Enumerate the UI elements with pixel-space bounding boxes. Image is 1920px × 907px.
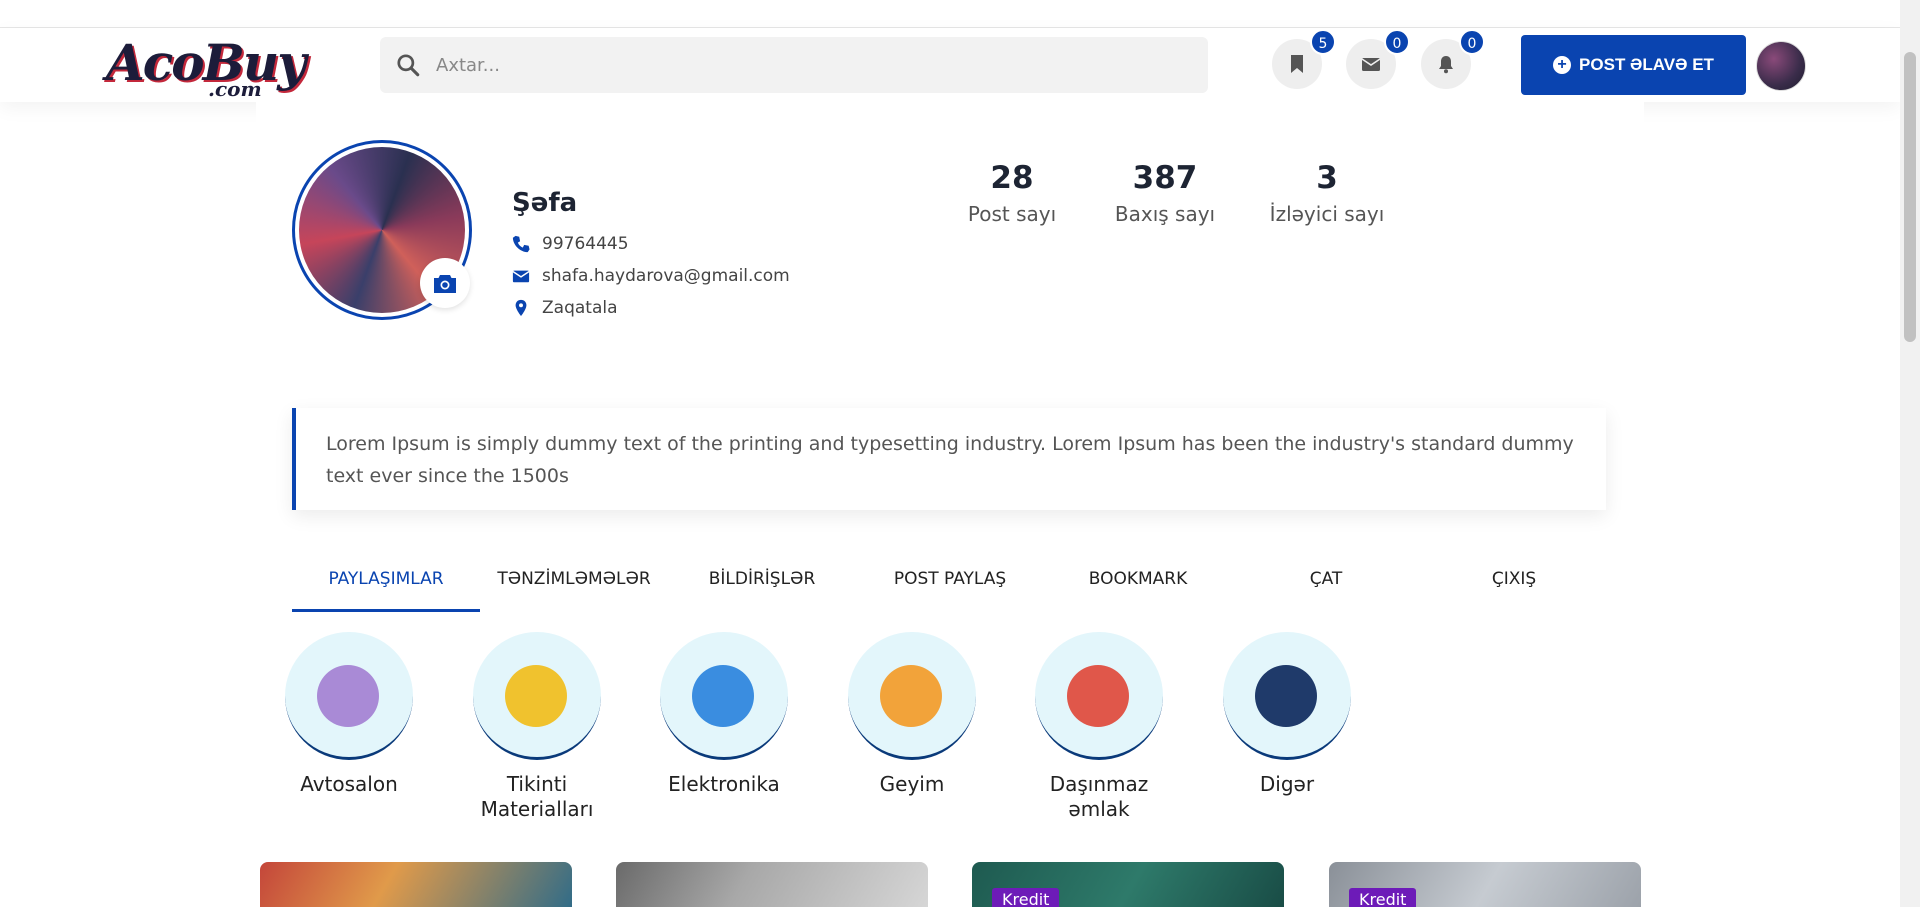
tab-settings[interactable]: TƏNZİMLƏMƏLƏR	[480, 556, 668, 612]
credit-badge: Kredit	[992, 888, 1060, 907]
category-label: Geyim	[879, 772, 945, 796]
search-input[interactable]	[436, 37, 1196, 93]
stat-followers: 3 İzləyici sayı	[1264, 160, 1390, 226]
envelope-icon	[1361, 58, 1381, 71]
listing-card[interactable]	[616, 862, 928, 907]
phone-number: 99764445	[542, 234, 629, 254]
bookmark-button[interactable]: 5	[1272, 29, 1336, 89]
add-post-button[interactable]: + POST ƏLAVƏ ET	[1521, 35, 1746, 95]
credit-badge: Kredit	[1349, 888, 1417, 907]
profile-bio: Lorem Ipsum is simply dummy text of the …	[292, 408, 1606, 510]
stat-label: Baxış sayı	[1114, 202, 1216, 226]
stat-value: 28	[990, 160, 1034, 196]
category-label: Elektronika	[668, 772, 780, 796]
search-icon	[397, 54, 420, 77]
stat-value: 387	[1132, 160, 1198, 196]
listing-card[interactable]	[260, 862, 572, 907]
stat-label: İzləyici sayı	[1269, 202, 1385, 226]
tab-share-post[interactable]: POST PAYLAŞ	[856, 556, 1044, 612]
location-text: Zaqatala	[542, 298, 618, 318]
category-label: Daşınmaz əmlak	[1049, 772, 1149, 821]
envelope-icon	[512, 270, 530, 283]
stat-value: 3	[1316, 160, 1338, 196]
site-header: AcoBuy .com 5 0 0 + POST ƏLAVƏ ET	[0, 28, 1900, 102]
browser-top-strip	[0, 0, 1900, 28]
building-icon	[1067, 665, 1129, 727]
location-row: Zaqatala	[512, 298, 618, 318]
acobuy-logo[interactable]: AcoBuy .com	[102, 33, 306, 101]
camera-icon	[434, 275, 456, 293]
scrollbar-thumb[interactable]	[1904, 52, 1916, 342]
phone-icon	[512, 235, 530, 253]
bell-icon	[1439, 56, 1453, 74]
clothing-icon	[880, 665, 942, 727]
stat-views: 387 Baxış sayı	[1110, 160, 1220, 226]
tab-bookmark[interactable]: BOOKMARK	[1044, 556, 1232, 612]
tab-shares[interactable]: PAYLAŞIMLAR	[292, 556, 480, 612]
category-label: Avtosalon	[300, 772, 398, 796]
category-label: Tikinti Materialları	[480, 772, 594, 821]
tab-notifications[interactable]: BİLDİRİŞLƏR	[668, 556, 856, 612]
tab-chat[interactable]: ÇAT	[1232, 556, 1420, 612]
notification-count-badge: 0	[1459, 29, 1485, 55]
category-electronics[interactable]: Elektronika	[659, 632, 789, 797]
search-bar	[380, 37, 1208, 93]
notifications-button[interactable]: 0	[1421, 29, 1485, 89]
category-other[interactable]: Digər	[1222, 632, 1352, 797]
user-avatar[interactable]	[1756, 41, 1806, 91]
listing-card[interactable]: Kredit	[972, 862, 1284, 907]
change-photo-button[interactable]	[420, 258, 470, 308]
tab-logout[interactable]: ÇIXIŞ	[1420, 556, 1608, 612]
stat-posts: 28 Post sayı	[958, 160, 1066, 226]
stat-label: Post sayı	[967, 202, 1057, 226]
page-scrollbar[interactable]	[1900, 0, 1920, 907]
category-avtosalon[interactable]: Avtosalon	[284, 632, 414, 797]
email-row: shafa.haydarova@gmail.com	[512, 266, 790, 286]
category-label: Digər	[1259, 772, 1315, 796]
bookmark-icon	[1291, 55, 1303, 73]
category-clothing[interactable]: Geyim	[847, 632, 977, 797]
email-address: shafa.haydarova@gmail.com	[542, 266, 790, 286]
category-construction[interactable]: Tikinti Materialları	[472, 632, 602, 822]
hammer-icon	[505, 665, 567, 727]
car-icon	[317, 665, 379, 727]
logo-suffix: .com	[208, 77, 262, 101]
add-post-label: POST ƏLAVƏ ET	[1579, 55, 1714, 74]
listing-card[interactable]: Kredit	[1329, 862, 1641, 907]
category-real-estate[interactable]: Daşınmaz əmlak	[1034, 632, 1164, 822]
bookmark-count-badge: 5	[1310, 29, 1336, 55]
phone-icon	[692, 665, 754, 727]
message-count-badge: 0	[1384, 29, 1410, 55]
books-icon	[1255, 665, 1317, 727]
phone-row: 99764445	[512, 234, 629, 254]
profile-name: Şəfa	[512, 188, 578, 218]
messages-button[interactable]: 0	[1346, 29, 1410, 89]
profile-tabs: PAYLAŞIMLAR TƏNZİMLƏMƏLƏR BİLDİRİŞLƏR PO…	[292, 556, 1606, 612]
logo-text: AcoBuy	[106, 33, 306, 92]
plus-circle-icon: +	[1553, 56, 1572, 74]
map-pin-icon	[515, 299, 527, 317]
